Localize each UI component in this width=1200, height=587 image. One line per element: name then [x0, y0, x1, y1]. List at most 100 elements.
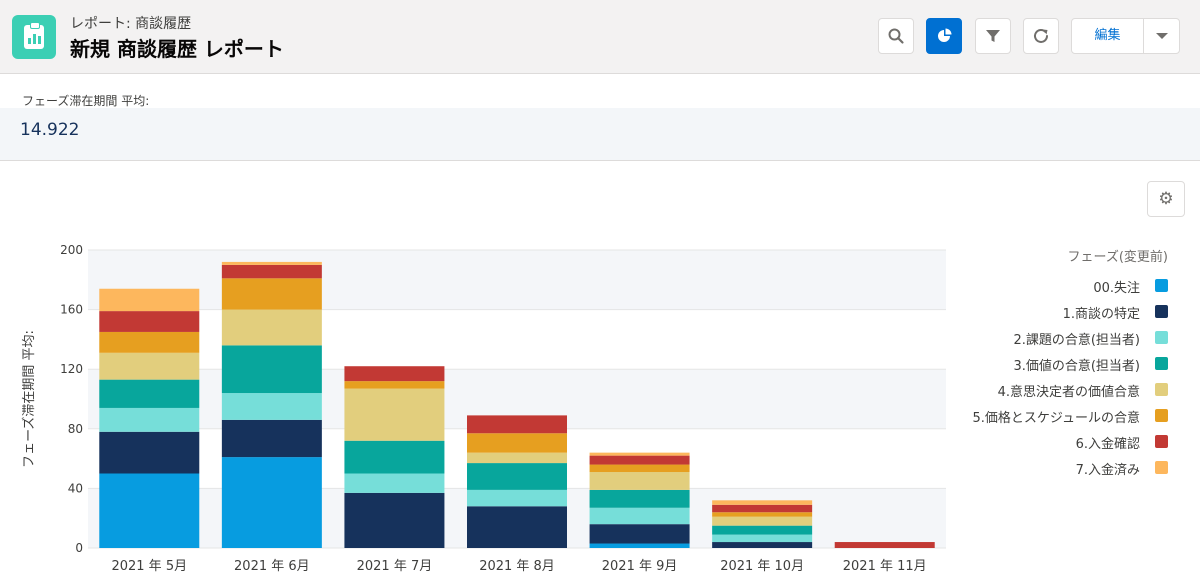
bar-segment	[221, 345, 322, 394]
legend-item: 00.失注	[900, 276, 1170, 302]
legend-swatch	[1155, 383, 1168, 396]
legend-swatch	[1155, 331, 1168, 344]
filter-icon	[986, 30, 1000, 42]
bar-segment	[99, 431, 200, 474]
bar-segment	[712, 500, 813, 505]
grid-band	[88, 250, 946, 310]
bar-segment	[589, 464, 690, 473]
x-tick-label: 2021 年 6月	[234, 559, 310, 574]
legend-swatch	[1155, 461, 1168, 474]
chart-icon	[938, 28, 952, 42]
chart-legend: 00.失注 1.商談の特定 2.課題の合意(担当者) 3.価値の合意(担当者) 4.意思…	[900, 276, 1170, 484]
chart-toggle-button[interactable]	[926, 18, 962, 54]
bar-segment	[221, 419, 322, 458]
bar-segment	[467, 489, 567, 507]
legend-label: 4.意思決定者の価値合意	[997, 385, 1140, 400]
bar-segment	[712, 542, 813, 548]
bar-segment	[99, 473, 200, 548]
y-tick-label: 0	[75, 541, 83, 555]
bar-segment	[467, 452, 567, 464]
legend-swatch	[1155, 305, 1168, 318]
x-tick-label: 2021 年 5月	[111, 559, 187, 574]
breadcrumb: レポート: 商談履歴	[70, 16, 192, 32]
legend-swatch	[1155, 409, 1168, 422]
legend-label: 2.課題の合意(担当者)	[1013, 333, 1140, 348]
bar-segment	[344, 440, 445, 474]
metric-band	[0, 108, 1200, 161]
bar-segment	[99, 311, 200, 332]
bar-segment	[712, 525, 813, 535]
bar-segment	[467, 433, 567, 453]
bar-segment	[467, 415, 567, 434]
legend-swatch	[1155, 279, 1168, 292]
bar-segment	[589, 507, 690, 525]
bar-segment	[712, 504, 813, 513]
refresh-icon	[1034, 29, 1048, 43]
bar-segment	[99, 288, 200, 312]
edit-button-group: 編集	[1071, 18, 1180, 54]
legend-label: 6.入金確認	[1075, 437, 1140, 452]
chart-settings-button[interactable]: ⚙	[1147, 181, 1185, 217]
report-icon	[12, 15, 56, 59]
filter-button[interactable]	[975, 18, 1011, 54]
gear-icon: ⚙	[1158, 189, 1174, 209]
bar-segment	[344, 381, 445, 389]
legend-label: 5.価格とスケジュールの合意	[972, 411, 1141, 426]
search-icon	[888, 28, 904, 44]
bar-segment	[712, 534, 813, 543]
bar-segment	[467, 463, 567, 490]
report-header: レポート: 商談履歴 新規 商談履歴 レポート 編集	[0, 0, 1200, 74]
bar-segment	[712, 516, 813, 526]
bar-segment	[834, 542, 935, 548]
bar-segment	[467, 506, 567, 548]
stacked-bar-chart: 0 40 80 120 160 200 フェーズ滞在期間 平均: 2021 年 5月 2021 …	[21, 243, 946, 574]
legend-label: 3.価値の合意(担当者)	[1013, 359, 1140, 374]
bar-segment	[589, 455, 690, 465]
legend-label: 7.入金済み	[1075, 463, 1140, 478]
refresh-button[interactable]	[1023, 18, 1059, 54]
bar-segment	[99, 352, 200, 380]
bar-segment	[221, 309, 322, 346]
x-tick-label: 2021 年 9月	[602, 559, 678, 574]
x-tick-label: 2021 年 11月	[843, 559, 927, 574]
x-tick-label: 2021 年 8月	[479, 559, 555, 574]
bar-segment	[344, 473, 445, 493]
bar-segment	[221, 278, 322, 310]
bar-segment	[221, 457, 322, 548]
edit-button[interactable]: 編集	[1072, 19, 1143, 53]
y-axis-label: フェーズ滞在期間 平均:	[21, 330, 37, 468]
bar-segment	[589, 472, 690, 490]
legend-title: フェーズ(変更前)	[1067, 250, 1169, 265]
legend-item: 1.商談の特定	[900, 302, 1170, 328]
bar-segment	[99, 407, 200, 432]
bar-segment	[344, 492, 445, 548]
metric-label: フェーズ滞在期間 平均:	[22, 94, 150, 108]
bar-segment	[221, 264, 322, 279]
bar-segment	[589, 452, 690, 456]
y-tick-label: 200	[60, 243, 83, 257]
edit-divider	[1143, 19, 1144, 53]
legend-swatch	[1155, 357, 1168, 370]
x-tick-label: 2021 年 10月	[720, 559, 804, 574]
bar-segment	[589, 524, 690, 544]
y-tick-label: 80	[68, 422, 83, 436]
legend-item: 6.入金確認	[900, 432, 1170, 458]
search-button[interactable]	[878, 18, 914, 54]
bar-segment	[344, 366, 445, 382]
x-tick-label: 2021 年 7月	[357, 559, 433, 574]
legend-item: 7.入金済み	[900, 458, 1170, 484]
page-title: 新規 商談履歴 レポート	[70, 37, 284, 61]
legend-item: 2.課題の合意(担当者)	[900, 328, 1170, 354]
bar-segment	[712, 512, 813, 517]
bar-segment	[99, 379, 200, 408]
bar-segment	[221, 393, 322, 420]
y-tick-label: 160	[60, 303, 83, 317]
bar-segment	[589, 543, 690, 548]
legend-item: 4.意思決定者の価値合意	[900, 380, 1170, 406]
legend-item: 5.価格とスケジュールの合意	[900, 406, 1170, 432]
y-tick-label: 120	[60, 362, 83, 376]
chevron-down-icon[interactable]	[1154, 29, 1170, 43]
legend-swatch	[1155, 435, 1168, 448]
legend-label: 1.商談の特定	[1062, 307, 1140, 322]
bar-segment	[99, 331, 200, 353]
